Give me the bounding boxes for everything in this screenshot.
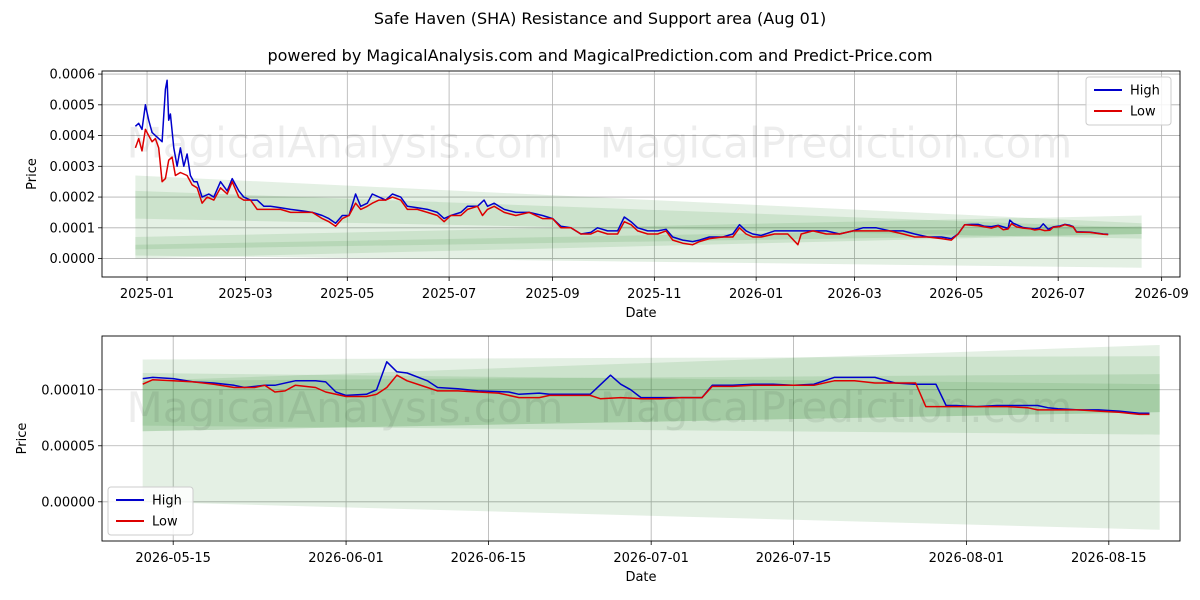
x-axis-label: Date [625, 306, 656, 321]
x-tick-label: 2026-09 [1134, 287, 1188, 302]
y-tick-label: 0.0005 [50, 98, 96, 113]
legend-label-high: High [1130, 84, 1160, 99]
legend: High Low [107, 486, 194, 536]
chart-panel-1: MagicalAnalysis.com MagicalPrediction.com… [25, 68, 1189, 321]
band-group [135, 175, 1142, 268]
y-axis-label: Price [15, 423, 30, 455]
y-tick-label: 0.0000 [50, 252, 96, 267]
x-tick-label: 2026-05-15 [135, 551, 211, 566]
legend-label-high: High [152, 494, 182, 509]
watermark-prediction: MagicalPrediction.com [600, 119, 1073, 168]
watermark-analysis: MagicalAnalysis.com [127, 119, 564, 168]
chart-panel-2: MagicalAnalysis.com MagicalPrediction.com… [15, 335, 1181, 585]
x-tick-label: 2026-08-15 [1071, 551, 1147, 566]
x-tick-label: 2025-09 [525, 287, 579, 302]
y-tick-label: 0.0002 [50, 191, 96, 206]
y-axis-label: Price [25, 158, 40, 190]
y-tick-label: 0.00000 [41, 495, 95, 510]
x-tick-label: 2026-08-01 [929, 551, 1005, 566]
y-tick-label: 0.0001 [50, 221, 96, 236]
x-tick-label: 2026-03 [827, 287, 881, 302]
watermark-analysis: MagicalAnalysis.com [127, 383, 564, 432]
y-tick-label: 0.0003 [50, 160, 96, 175]
watermark-prediction: MagicalPrediction.com [600, 383, 1073, 432]
x-axis-label: Date [625, 570, 656, 585]
x-tick-label: 2026-06-01 [308, 551, 384, 566]
x-tick-label: 2026-05 [929, 287, 983, 302]
legend-label-low: Low [152, 515, 178, 530]
x-tick-label: 2025-01 [120, 287, 174, 302]
legend: High Low [1085, 76, 1172, 126]
x-tick-label: 2025-05 [320, 287, 374, 302]
legend-label-low: Low [1130, 105, 1156, 120]
y-tick-label: 0.0004 [50, 129, 96, 144]
x-tick-label: 2025-11 [627, 287, 681, 302]
chart-canvas: MagicalAnalysis.com MagicalPrediction.com… [15, 68, 1189, 585]
x-tick-label: 2026-07-15 [756, 551, 832, 566]
x-tick-label: 2026-06-15 [451, 551, 527, 566]
x-tick-label: 2025-07 [422, 287, 476, 302]
figure: Safe Haven (SHA) Resistance and Support … [0, 0, 1200, 600]
band-group [142, 344, 1160, 530]
x-tick-label: 2026-01 [729, 287, 783, 302]
y-tick-label: 0.00010 [41, 383, 95, 398]
y-tick-label: 0.00005 [41, 439, 95, 454]
x-tick-label: 2026-07-01 [613, 551, 689, 566]
x-tick-label: 2025-03 [218, 287, 272, 302]
y-tick-label: 0.0006 [50, 68, 96, 83]
x-tick-label: 2026-07 [1031, 287, 1085, 302]
